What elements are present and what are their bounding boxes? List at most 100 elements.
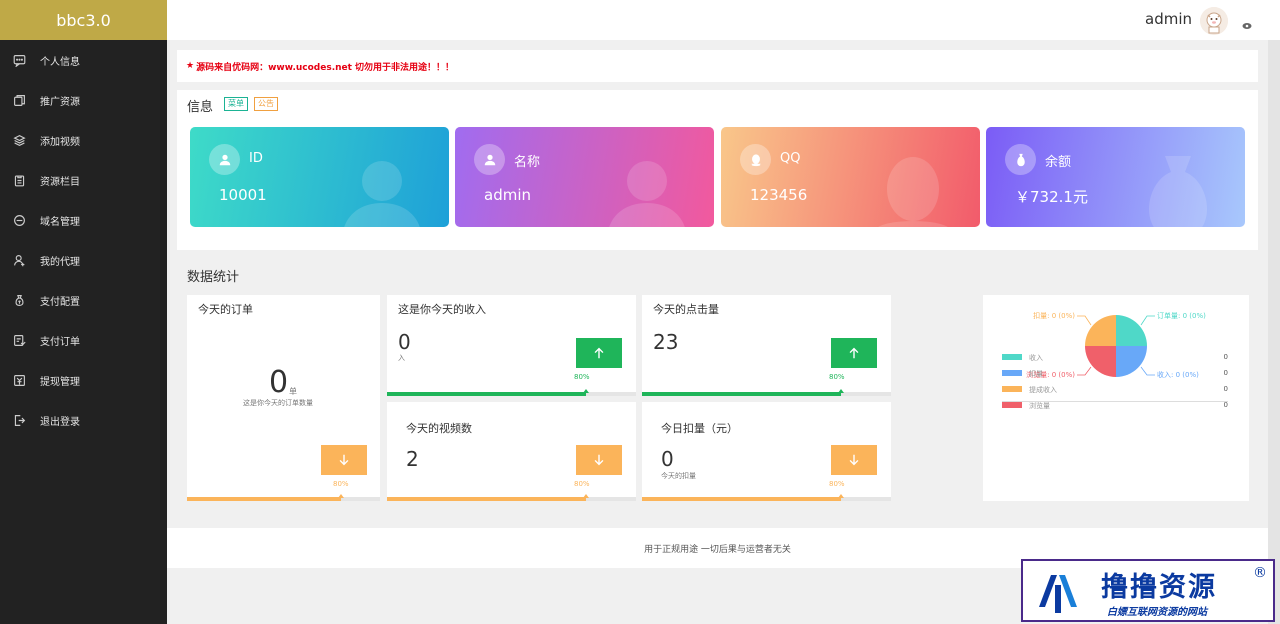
withdraw-icon bbox=[12, 373, 26, 387]
order-icon bbox=[12, 333, 26, 347]
arrow-down-icon bbox=[594, 454, 604, 466]
money-bag-silhouette-icon bbox=[1149, 156, 1207, 227]
qq-silhouette-icon bbox=[878, 157, 948, 227]
legend-swatch bbox=[1002, 354, 1022, 360]
legend-swatch bbox=[1002, 386, 1022, 392]
card-id: ID 10001 bbox=[190, 127, 449, 227]
card-label: 名称 bbox=[514, 155, 541, 170]
legend-label: 浏览量 bbox=[1029, 402, 1050, 410]
sidebar-item-promote[interactable]: 推广资源 bbox=[0, 80, 167, 120]
orders-title: 今天的订单 bbox=[198, 303, 253, 316]
legend-item[interactable]: 收入 0 bbox=[1002, 353, 1228, 363]
sidebar-item-logout[interactable]: 退出登录 bbox=[0, 400, 167, 440]
legend-value: 0 bbox=[1223, 369, 1228, 377]
announcement-tag[interactable]: 公告 bbox=[254, 97, 278, 111]
clicks-progress bbox=[642, 389, 891, 396]
sidebar: bbc3.0 个人信息 推广资源 添加视频 资源栏目 域名管理 我的代理 支付配… bbox=[0, 0, 167, 624]
income-title: 这是你今天的收入 bbox=[398, 303, 486, 316]
menu-tag[interactable]: 菜单 bbox=[224, 97, 248, 111]
orders-sub: 这是你今天的订单数量 bbox=[243, 399, 313, 407]
deduct-progress-marker bbox=[838, 494, 845, 498]
chat-icon bbox=[12, 53, 26, 67]
orders-progress bbox=[187, 494, 380, 501]
deduct-down-button[interactable] bbox=[831, 445, 877, 475]
user-silhouette-icon bbox=[344, 161, 420, 227]
sidebar-item-domain[interactable]: 域名管理 bbox=[0, 200, 167, 240]
sidebar-item-label: 个人信息 bbox=[40, 56, 80, 68]
income-progress-fill bbox=[387, 392, 587, 396]
income-up-button[interactable] bbox=[576, 338, 622, 368]
user-icon bbox=[12, 253, 26, 267]
sidebar-item-payment-orders[interactable]: 支付订单 bbox=[0, 320, 167, 360]
stack-icon bbox=[12, 133, 26, 147]
orders-pct: 80% bbox=[333, 480, 349, 488]
sidebar-item-label: 资源栏目 bbox=[40, 176, 80, 188]
card-label: ID bbox=[249, 151, 263, 166]
videos-value: 2 bbox=[406, 447, 419, 471]
sidebar-item-label: 支付订单 bbox=[40, 336, 80, 348]
callout-line bbox=[1077, 315, 1092, 326]
footer-text: 用于正规用途 一切后果与运营者无关 bbox=[644, 544, 791, 555]
income-pct: 80% bbox=[574, 373, 590, 381]
username[interactable]: admin bbox=[1145, 10, 1192, 28]
pie-slice[interactable] bbox=[1085, 315, 1116, 346]
info-panel: 信息 菜单 公告 ID 10001 名称 admin QQ 123456 余额 … bbox=[177, 90, 1258, 250]
money-bag-icon bbox=[12, 293, 26, 307]
card-label: 余额 bbox=[1045, 155, 1072, 170]
card-qq: QQ 123456 bbox=[721, 127, 980, 227]
legend-item[interactable]: 扣量 0 bbox=[1002, 369, 1228, 379]
avatar[interactable] bbox=[1200, 7, 1228, 35]
watermark-logo: 撸撸资源 白嫖互联网资源的网站 ® bbox=[1021, 559, 1275, 622]
pie-slice[interactable] bbox=[1116, 315, 1147, 346]
qq-icon bbox=[740, 144, 771, 175]
legend-label: 收入 bbox=[1029, 354, 1043, 362]
videos-pct: 80% bbox=[574, 480, 590, 488]
notice-bar: ★ 源码来自优码网：www.ucodes.net 切勿用于非法用途！！！ bbox=[177, 50, 1258, 82]
info-title: 信息 bbox=[187, 100, 214, 115]
arrow-down-icon bbox=[339, 454, 349, 466]
videos-box: 今天的视频数 2 80% bbox=[387, 402, 636, 501]
income-value: 0 bbox=[398, 330, 411, 354]
money-bag-icon bbox=[1005, 144, 1036, 175]
sidebar-item-resource-column[interactable]: 资源栏目 bbox=[0, 160, 167, 200]
card-value: 123456 bbox=[750, 186, 808, 204]
legend-swatch bbox=[1002, 370, 1022, 376]
clicks-progress-fill bbox=[642, 392, 842, 396]
orders-down-button[interactable] bbox=[321, 445, 367, 475]
clicks-title: 今天的点击量 bbox=[653, 303, 719, 316]
legend-item[interactable]: 浏览量 0 bbox=[1002, 401, 1228, 411]
sidebar-item-withdraw[interactable]: 提现管理 bbox=[0, 360, 167, 400]
videos-down-button[interactable] bbox=[576, 445, 622, 475]
sidebar-item-agent[interactable]: 我的代理 bbox=[0, 240, 167, 280]
sidebar-item-add-video[interactable]: 添加视频 bbox=[0, 120, 167, 160]
sidebar-item-label: 我的代理 bbox=[40, 256, 80, 268]
sidebar-item-label: 退出登录 bbox=[40, 416, 80, 428]
arrow-down-icon bbox=[849, 454, 859, 466]
user-icon bbox=[209, 144, 240, 175]
legend-item[interactable]: 提成收入 0 bbox=[1002, 385, 1228, 395]
notice-text: 源码来自优码网：www.ucodes.net 切勿用于非法用途！！！ bbox=[196, 62, 455, 73]
orders-box: 今天的订单 0 单 这是你今天的订单数量 80% bbox=[187, 295, 380, 501]
card-value: ￥732.1元 bbox=[1015, 188, 1088, 206]
sidebar-item-label: 推广资源 bbox=[40, 96, 80, 108]
clicks-box: 今天的点击量 23 80% bbox=[642, 295, 891, 396]
brand-title: bbc3.0 bbox=[0, 0, 167, 40]
scrollbar[interactable] bbox=[1268, 40, 1280, 624]
top-bar: admin bbox=[167, 0, 1280, 40]
user-silhouette-icon bbox=[609, 161, 685, 227]
sidebar-menu: 个人信息 推广资源 添加视频 资源栏目 域名管理 我的代理 支付配置 支付订单 bbox=[0, 40, 167, 440]
income-progress bbox=[387, 389, 636, 396]
callout-line bbox=[1140, 315, 1155, 326]
videos-progress-fill bbox=[387, 497, 587, 501]
deduct-progress bbox=[642, 494, 891, 501]
sidebar-item-profile[interactable]: 个人信息 bbox=[0, 40, 167, 80]
deduct-progress-fill bbox=[642, 497, 842, 501]
card-balance: 余额 ￥732.1元 bbox=[986, 127, 1245, 227]
watermark-title: 撸撸资源 bbox=[1101, 572, 1217, 603]
deduct-box: 今日扣量（元） 0 今天的扣量 80% bbox=[642, 402, 891, 501]
pie-callout-label: 扣量: 0 (0%) bbox=[1033, 311, 1075, 320]
sidebar-item-payment-config[interactable]: 支付配置 bbox=[0, 280, 167, 320]
clicks-up-button[interactable] bbox=[831, 338, 877, 368]
eye-icon[interactable] bbox=[1242, 15, 1252, 29]
layers-icon bbox=[12, 93, 26, 107]
